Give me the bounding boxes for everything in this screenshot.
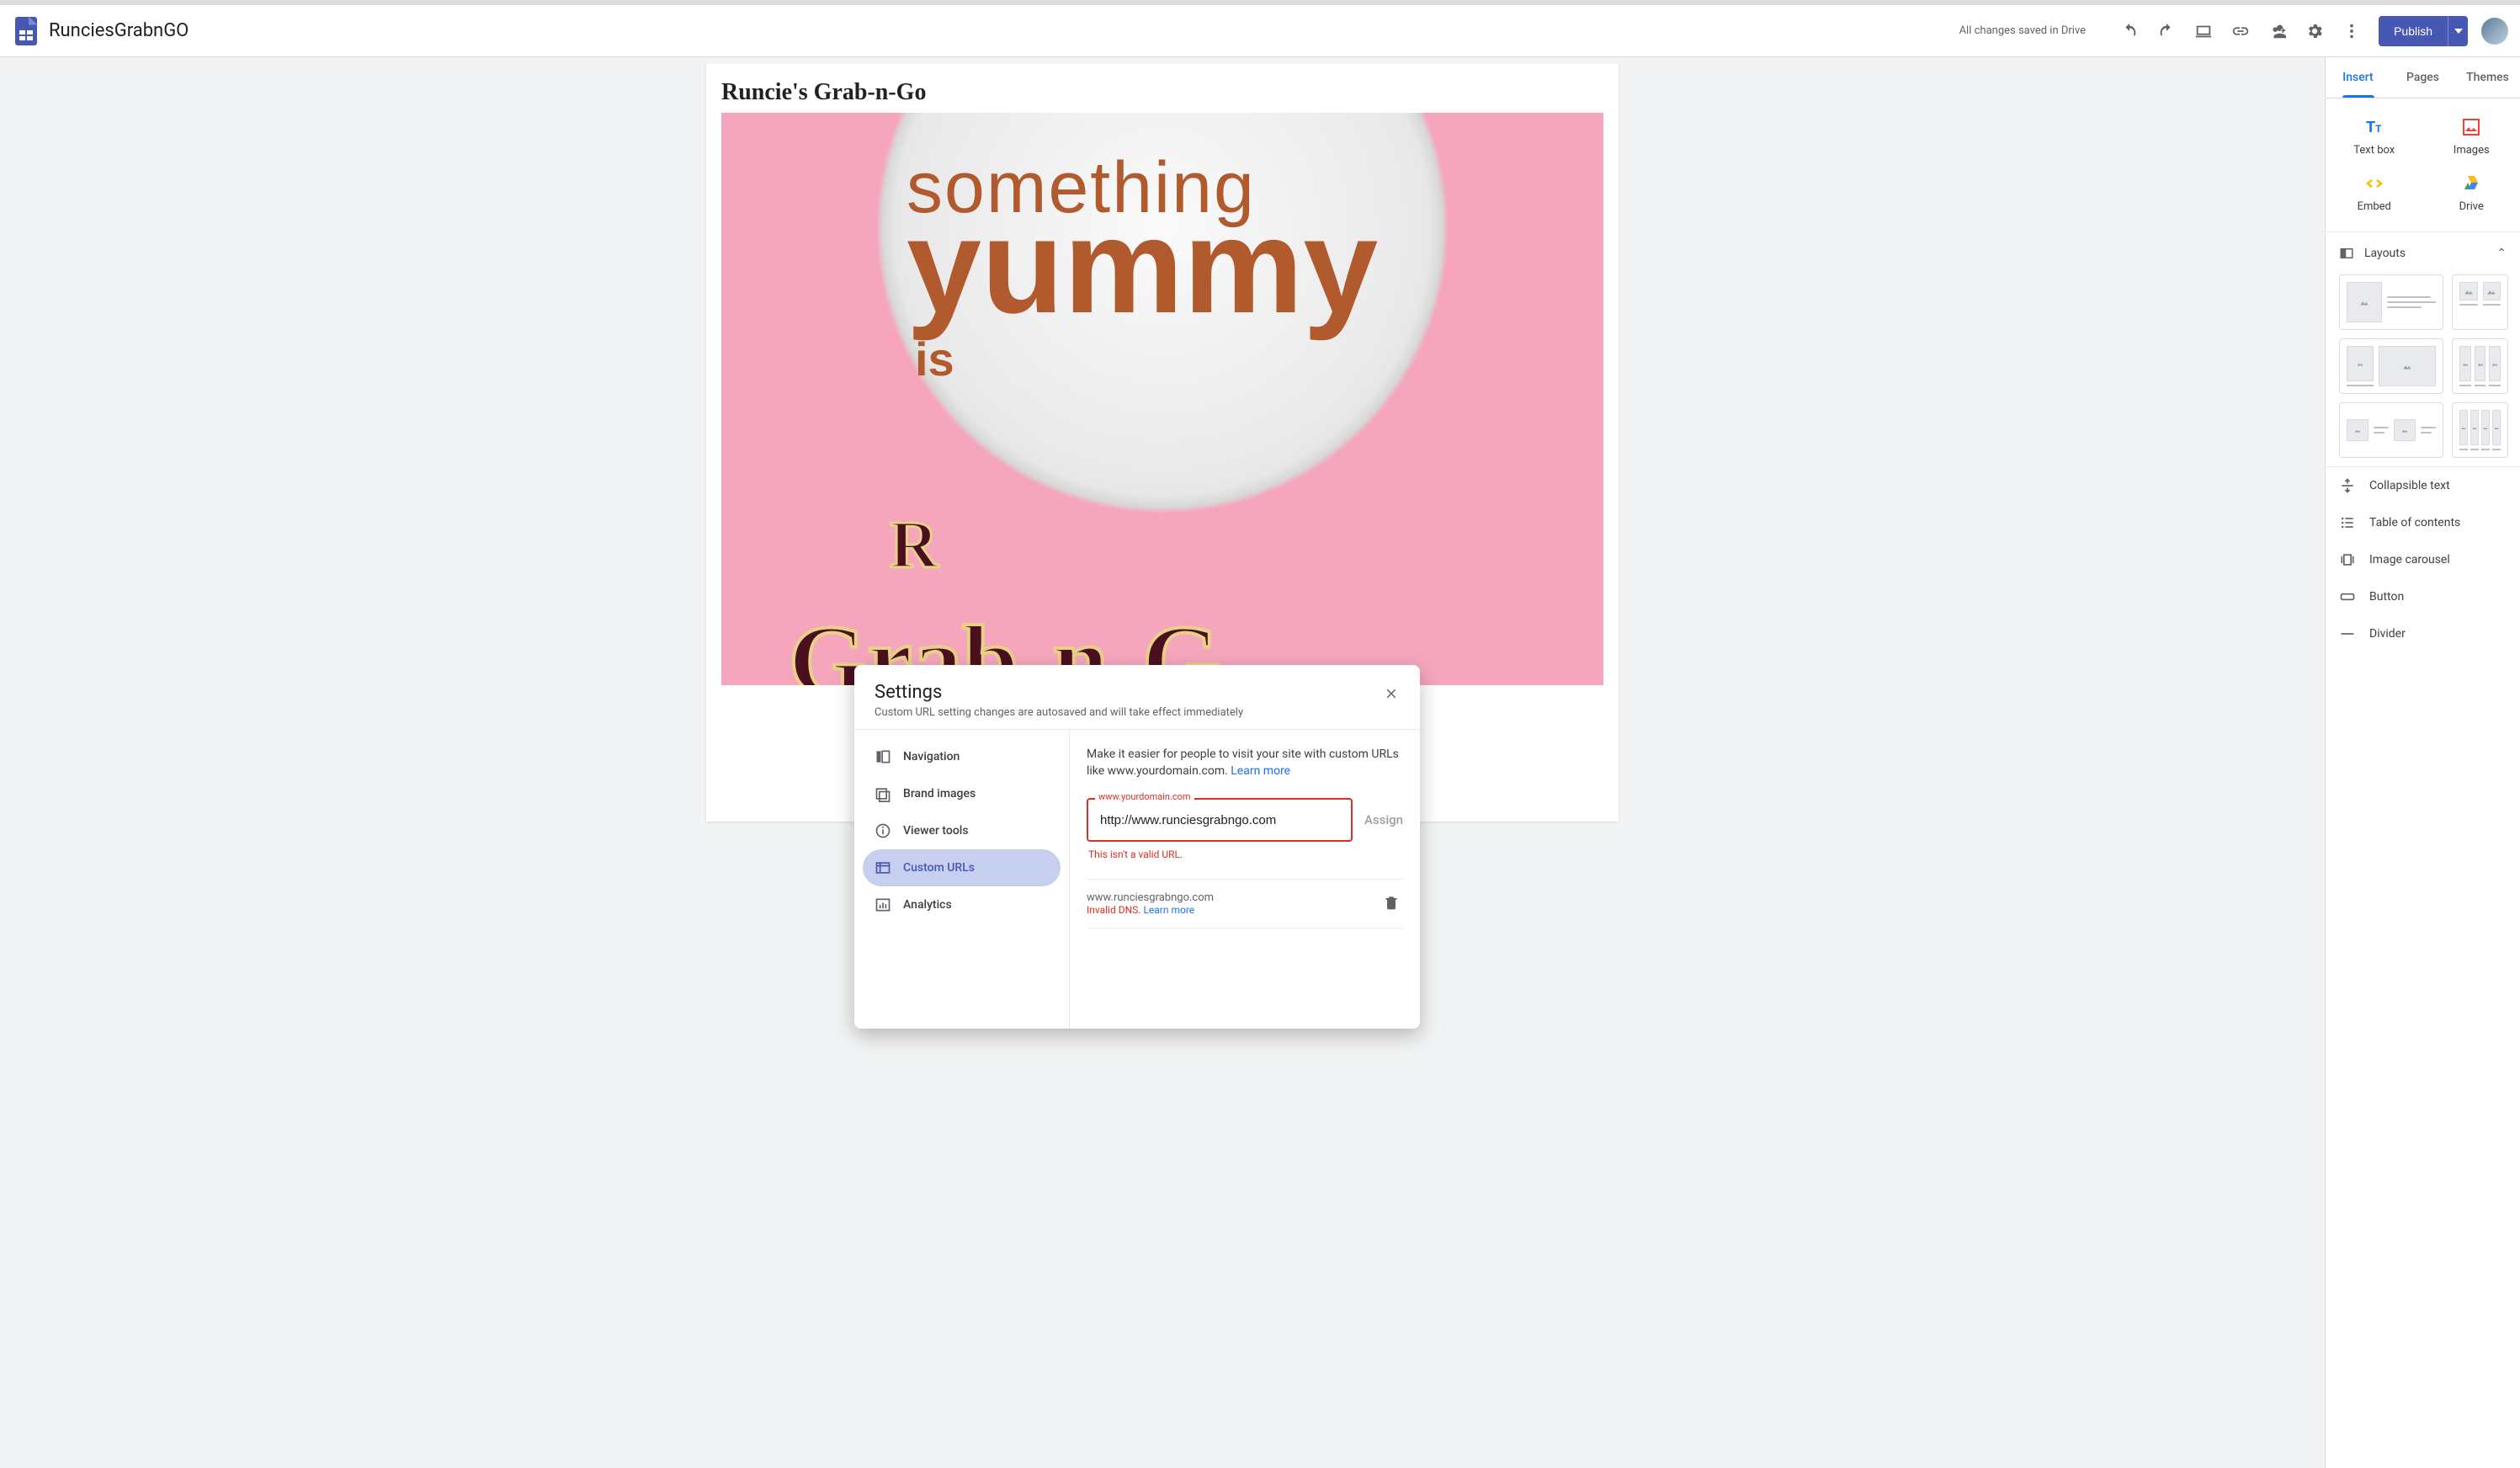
nav-label: Viewer tools: [903, 824, 969, 838]
dialog-subtitle: Custom URL setting changes are autosaved…: [875, 706, 1400, 719]
app-header: RunciesGrabnGO All changes saved in Driv…: [0, 5, 2520, 57]
label: Button: [2369, 590, 2404, 604]
nav-label: Brand images: [903, 787, 976, 800]
nav-brand-images[interactable]: Brand images: [863, 775, 1061, 812]
svg-text:T: T: [2375, 123, 2382, 135]
page-title[interactable]: Runcie's Grab-n-Go: [706, 64, 1619, 113]
copy-link-button[interactable]: [2222, 13, 2259, 50]
toc-icon: [2339, 514, 2356, 531]
insert-toc[interactable]: Table of contents: [2326, 504, 2520, 541]
insert-text-box[interactable]: TT Text box: [2326, 109, 2423, 165]
nav-viewer-tools[interactable]: Viewer tools: [863, 812, 1061, 849]
more-button[interactable]: [2333, 13, 2370, 50]
close-button[interactable]: [1378, 680, 1405, 707]
layouts-section[interactable]: Layouts ⌃: [2339, 241, 2507, 266]
collapsible-icon: [2339, 477, 2356, 494]
layout-option-5[interactable]: [2339, 402, 2443, 458]
learn-more-link[interactable]: Learn more: [1231, 764, 1290, 778]
tab-themes[interactable]: Themes: [2455, 57, 2520, 98]
hero-section[interactable]: something yummy is R Grab-n-G: [721, 113, 1603, 685]
insert-embed[interactable]: Embed: [2326, 165, 2423, 221]
undo-button[interactable]: [2111, 13, 2148, 50]
save-status: All changes saved in Drive: [1959, 24, 2087, 37]
label: Images: [2454, 144, 2490, 157]
insert-button[interactable]: Button: [2326, 578, 2520, 615]
custom-url-description: Make it easier for people to visit your …: [1087, 747, 1403, 779]
images-icon: [2461, 117, 2481, 137]
label: Text box: [2353, 144, 2395, 157]
settings-dialog: Settings Custom URL setting changes are …: [854, 665, 1420, 1029]
hero-brand-top: R: [890, 508, 938, 584]
insert-collapsible-text[interactable]: Collapsible text: [2326, 467, 2520, 504]
collapse-icon: ⌃: [2496, 247, 2507, 260]
layout-option-6[interactable]: [2452, 402, 2508, 458]
nav-label: Navigation: [903, 750, 960, 763]
embed-icon: [2364, 173, 2384, 194]
label: Embed: [2358, 200, 2391, 213]
tab-pages[interactable]: Pages: [2390, 57, 2455, 98]
learn-more-link[interactable]: Learn more: [1143, 904, 1194, 916]
custom-url-field: www.yourdomain.com: [1087, 798, 1353, 842]
publish-dropdown[interactable]: [2448, 16, 2468, 46]
label: Layouts: [2364, 247, 2406, 260]
share-button[interactable]: [2259, 13, 2296, 50]
layout-option-2[interactable]: [2452, 274, 2508, 330]
layout-option-1[interactable]: [2339, 274, 2443, 330]
insert-image-carousel[interactable]: Image carousel: [2326, 541, 2520, 578]
document-title[interactable]: RunciesGrabnGO: [49, 20, 189, 41]
nav-label: Custom URLs: [903, 861, 975, 875]
hero-text-3: is: [915, 332, 954, 386]
layout-option-3[interactable]: [2339, 338, 2443, 394]
account-avatar[interactable]: [2481, 18, 2508, 45]
delete-url-button[interactable]: [1383, 894, 1403, 914]
layout-option-4[interactable]: [2452, 338, 2508, 394]
nav-custom-urls[interactable]: Custom URLs: [863, 849, 1061, 886]
label: Table of contents: [2369, 516, 2460, 529]
redo-button[interactable]: [2148, 13, 2185, 50]
field-label: www.yourdomain.com: [1095, 791, 1194, 802]
carousel-icon: [2339, 551, 2356, 568]
insert-panel: Insert Pages Themes TT Text box Images: [2325, 57, 2520, 1468]
divider-icon: [2339, 625, 2356, 642]
label: Image carousel: [2369, 553, 2450, 566]
label: Divider: [2369, 627, 2406, 641]
assign-button[interactable]: Assign: [1364, 812, 1403, 827]
insert-images[interactable]: Images: [2423, 109, 2520, 165]
tab-insert[interactable]: Insert: [2326, 57, 2390, 98]
label: Collapsible text: [2369, 479, 2450, 492]
preview-button[interactable]: [2185, 13, 2222, 50]
text-box-icon: TT: [2364, 117, 2384, 137]
existing-url-error: Invalid DNS. Learn more: [1087, 904, 1383, 916]
nav-navigation[interactable]: Navigation: [863, 738, 1061, 775]
sites-logo-icon[interactable]: [15, 17, 37, 45]
insert-divider[interactable]: Divider: [2326, 615, 2520, 652]
label: Drive: [2459, 200, 2484, 213]
hero-text-2: yummy: [906, 189, 1378, 343]
dialog-title: Settings: [875, 682, 1400, 703]
existing-url: www.runciesgrabngo.com: [1087, 891, 1383, 904]
layouts-icon: [2339, 246, 2354, 261]
url-error-text: This isn't a valid URL.: [1088, 848, 1403, 860]
button-icon: [2339, 588, 2356, 605]
settings-button[interactable]: [2296, 13, 2333, 50]
custom-url-input[interactable]: [1087, 798, 1353, 842]
publish-button[interactable]: Publish: [2379, 16, 2448, 46]
drive-icon: [2461, 173, 2481, 194]
insert-drive[interactable]: Drive: [2423, 165, 2520, 221]
svg-text:T: T: [2366, 119, 2375, 136]
settings-nav: Navigation Brand images Viewer tools: [854, 730, 1070, 1029]
nav-analytics[interactable]: Analytics: [863, 886, 1061, 923]
nav-label: Analytics: [903, 898, 952, 912]
